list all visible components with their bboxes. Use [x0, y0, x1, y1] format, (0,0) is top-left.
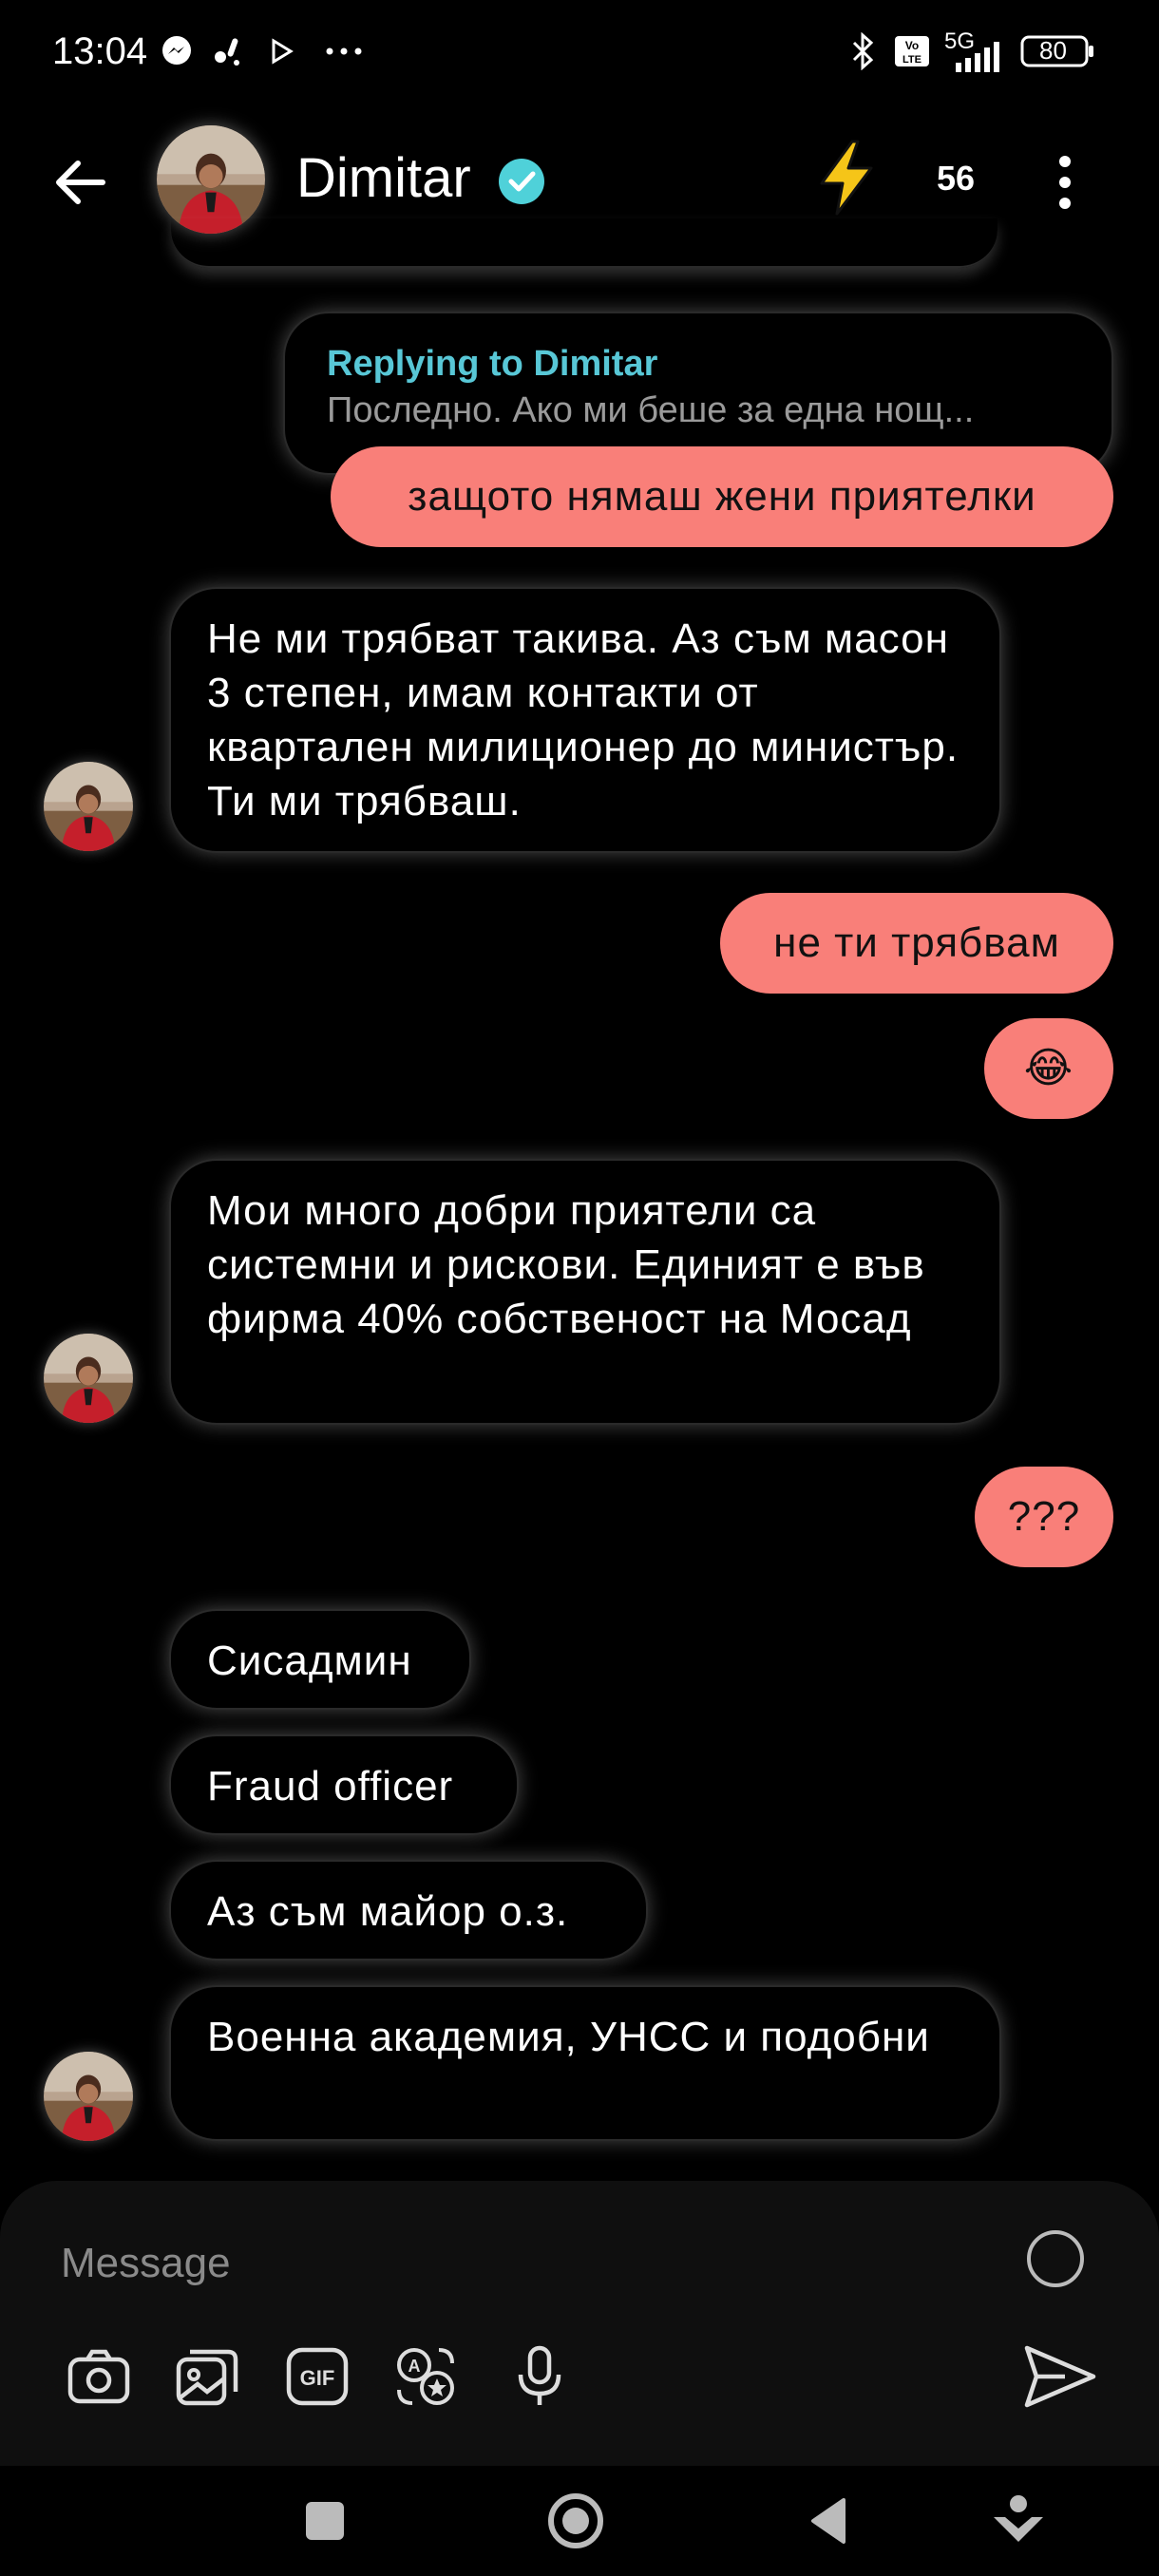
bolt-icon[interactable]	[810, 138, 883, 218]
triangle-back-icon	[811, 2498, 846, 2544]
signal-icon	[950, 38, 1011, 76]
message-bubble-incoming[interactable]: Сисадмин	[169, 1609, 471, 1710]
message-bubble-outgoing[interactable]: защото нямаш жени приятелки	[331, 446, 1113, 547]
volte-icon: Vo LTE	[893, 32, 931, 70]
message-bubble-incoming[interactable]: Военна академия, УНСС и подобни	[169, 1985, 1001, 2141]
reply-title: Replying to Dimitar	[327, 344, 658, 384]
messenger-icon	[158, 32, 196, 70]
message-bubble-incoming[interactable]: Не ми трябват такива. Аз съм масон 3 сте…	[169, 587, 1001, 853]
sticker-icon[interactable]: A	[391, 2342, 460, 2411]
message-bubble-outgoing[interactable]: ???	[975, 1467, 1113, 1567]
square-icon	[306, 2502, 344, 2540]
message-bubble-incoming[interactable]: Мои много добри приятели са системни и р…	[169, 1159, 1001, 1425]
back-button[interactable]	[48, 149, 114, 216]
person-down-icon	[994, 2495, 1043, 2542]
system-navigation-bar	[0, 2466, 1159, 2576]
streak-count: 56	[937, 159, 976, 198]
message-bubble-outgoing[interactable]: не ти трябвам	[720, 893, 1113, 994]
message-bubble-incoming[interactable]: Аз съм майор о.з.	[169, 1860, 648, 1960]
svg-text:LTE: LTE	[902, 54, 922, 66]
more-notifications-icon	[325, 32, 363, 70]
sender-avatar[interactable]	[44, 1334, 133, 1423]
emoji-circle-icon[interactable]	[1027, 2230, 1084, 2287]
svg-text:A: A	[408, 2357, 421, 2376]
reply-snippet: Последно. Ако ми беше за една нощ...	[327, 390, 975, 430]
recent-apps-button[interactable]	[294, 2491, 355, 2551]
message-bubble-outgoing[interactable]: 😂	[984, 1018, 1113, 1119]
previous-message-edge	[171, 218, 998, 268]
back-nav-button[interactable]	[800, 2491, 861, 2551]
arrow-left-icon	[56, 161, 105, 204]
message-input[interactable]: Message	[61, 2240, 231, 2287]
more-options-button[interactable]	[1045, 154, 1085, 211]
bluetooth-icon	[844, 32, 882, 70]
status-bar: 13:04 Vo LTE 5G 80	[0, 0, 1159, 106]
message-composer: Message GIF A	[0, 2181, 1159, 2466]
send-icon	[1024, 2345, 1096, 2408]
camera-icon[interactable]	[65, 2342, 133, 2411]
send-button[interactable]	[1021, 2340, 1099, 2413]
message-bubble-incoming[interactable]: Fraud officer	[169, 1734, 519, 1835]
contact-name[interactable]: Dimitar	[296, 146, 471, 210]
microphone-icon[interactable]	[505, 2342, 574, 2411]
svg-text:GIF: GIF	[300, 2366, 335, 2390]
contact-avatar[interactable]	[157, 125, 265, 234]
verified-badge-icon	[496, 156, 547, 207]
sender-avatar[interactable]	[44, 2052, 133, 2141]
notification-icon	[209, 32, 247, 70]
svg-text:Vo: Vo	[905, 39, 919, 52]
assistant-button[interactable]	[988, 2491, 1049, 2551]
gif-icon[interactable]: GIF	[283, 2342, 352, 2411]
battery-level: 80	[1039, 36, 1067, 65]
home-button[interactable]	[545, 2491, 606, 2551]
kebab-menu-icon	[1059, 156, 1071, 209]
sender-avatar[interactable]	[44, 762, 133, 851]
gallery-icon[interactable]	[173, 2342, 241, 2411]
status-time: 13:04	[52, 30, 148, 72]
play-icon	[268, 32, 296, 70]
home-circle-icon	[548, 2493, 603, 2548]
